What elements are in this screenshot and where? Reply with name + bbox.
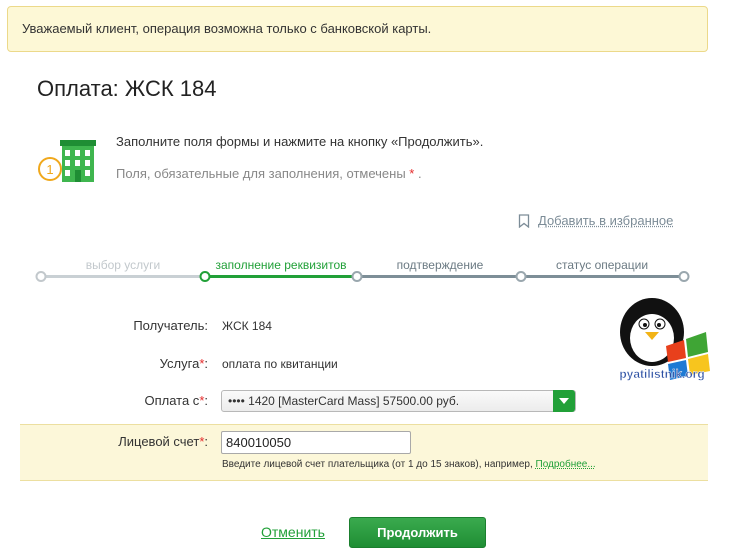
account-label-colon: : bbox=[204, 434, 208, 449]
penguin-windows-logo: pyatilistnik.org bbox=[619, 298, 710, 381]
payment-label-text: Оплата с bbox=[144, 393, 200, 408]
service-label-text: Услуга bbox=[159, 356, 200, 371]
dropdown-arrow-icon[interactable] bbox=[553, 390, 575, 412]
account-hint: Введите лицевой счет плательщика (от 1 д… bbox=[222, 459, 596, 470]
notice-banner: Уважаемый клиент, операция возможна толь… bbox=[7, 6, 708, 52]
add-to-favorites-link[interactable]: Добавить в избранное bbox=[518, 213, 673, 228]
building-icon: 1 bbox=[38, 140, 96, 182]
recipient-label: Получатель: bbox=[133, 318, 208, 333]
step-line-done bbox=[41, 275, 205, 278]
service-label-colon: : bbox=[204, 356, 208, 371]
recipient-value: ЖСК 184 bbox=[222, 319, 272, 333]
step-label-details: заполнение реквизитов bbox=[215, 258, 347, 272]
step-label-service: выбор услуги bbox=[85, 258, 161, 272]
account-hint-text: Введите лицевой счет плательщика (от 1 д… bbox=[222, 459, 533, 470]
notice-text: Уважаемый клиент, операция возможна толь… bbox=[22, 21, 432, 36]
bookmark-icon bbox=[518, 213, 530, 228]
step-label-confirm: подтверждение bbox=[396, 258, 484, 272]
step-dot-start bbox=[35, 271, 47, 282]
step-line-active bbox=[205, 275, 357, 278]
add-to-favorites-label: Добавить в избранное bbox=[538, 213, 674, 228]
watermark-text: pyatilistnik.org bbox=[619, 367, 704, 381]
step-dot-status bbox=[515, 271, 527, 282]
step-dot-active bbox=[199, 271, 211, 282]
payment-label-colon: : bbox=[204, 393, 208, 408]
progress-steps: выбор услуги заполнение реквизитов подтв… bbox=[35, 256, 690, 286]
cancel-link[interactable]: Отменить bbox=[261, 524, 325, 540]
page-title: Оплата: ЖСК 184 bbox=[37, 76, 217, 101]
account-label-text: Лицевой счет bbox=[118, 434, 200, 449]
service-value: оплата по квитанции bbox=[222, 357, 338, 371]
step-dot-end bbox=[678, 271, 690, 282]
required-note-suffix: . bbox=[414, 166, 422, 181]
step-badge-number: 1 bbox=[46, 162, 53, 177]
payment-source-label: Оплата с*: bbox=[28, 393, 208, 408]
account-label: Лицевой счет*: bbox=[28, 434, 208, 449]
required-note-text: Поля, обязательные для заполнения, отмеч… bbox=[116, 166, 406, 181]
more-info-link[interactable]: Подробнее... bbox=[536, 459, 596, 470]
service-label: Услуга*: bbox=[28, 356, 208, 371]
instruction-text: Заполните поля формы и нажмите на кнопку… bbox=[116, 134, 484, 149]
account-number-input[interactable] bbox=[221, 431, 411, 454]
payment-source-select[interactable]: •••• 1420 [MasterCard Mass] 57500.00 руб… bbox=[221, 390, 576, 412]
payment-source-value: •••• 1420 [MasterCard Mass] 57500.00 руб… bbox=[228, 394, 460, 408]
step-dot-confirm bbox=[351, 271, 363, 282]
required-fields-note: Поля, обязательные для заполнения, отмеч… bbox=[116, 166, 422, 181]
continue-button[interactable]: Продолжить bbox=[349, 517, 486, 548]
step-label-status: статус операции bbox=[555, 258, 649, 272]
